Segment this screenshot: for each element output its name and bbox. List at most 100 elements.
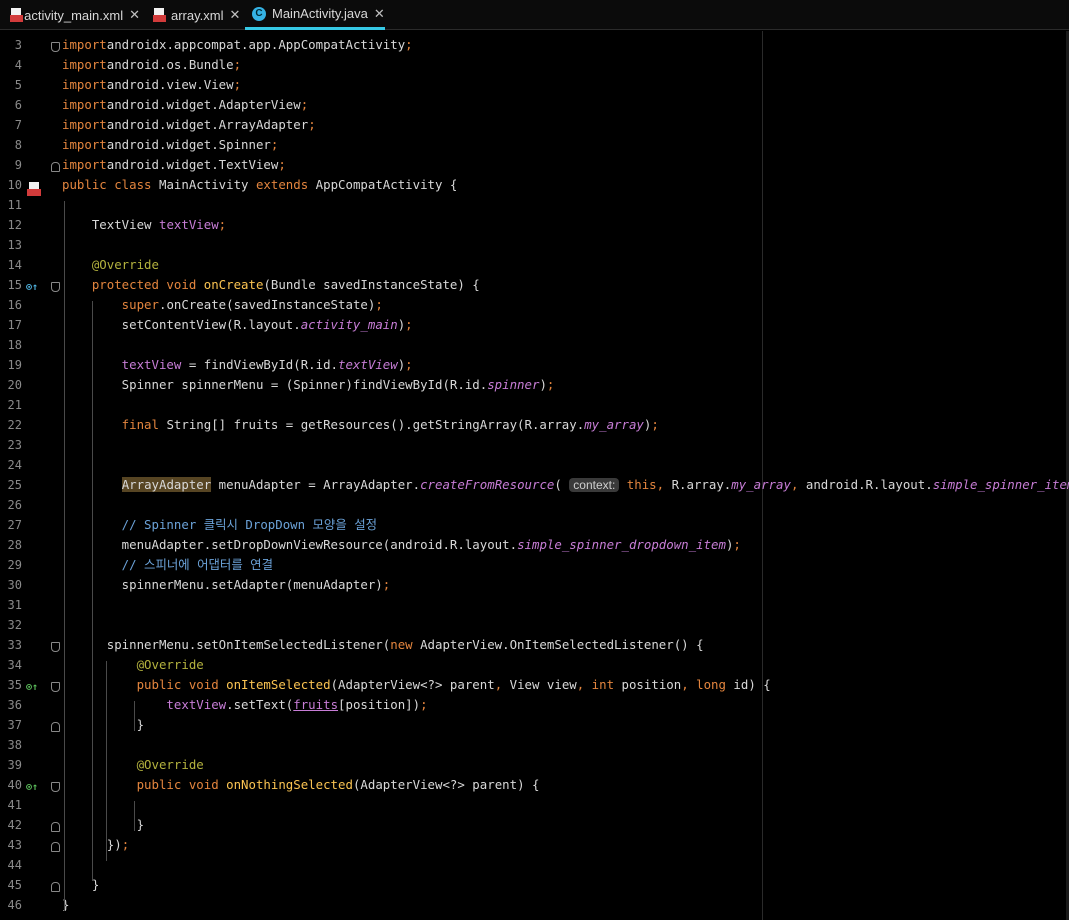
code-line[interactable]: textView.setText(fruits[position]); [62,695,427,715]
code-token: , [494,677,510,692]
code-line[interactable]: // Spinner 클릭시 DropDown 모양을 설정 [62,515,377,535]
tab-label: MainActivity.java [272,6,368,21]
code-line[interactable]: importandroid.widget.TextView; [62,155,286,175]
code-line[interactable]: // 스피너에 어댑터를 연결 [62,555,273,575]
indent-guide [106,661,107,861]
code-token: textView [62,357,182,372]
line-number: 44 [7,858,22,872]
code-line[interactable]: } [62,815,144,835]
code-token: public class [62,177,159,192]
code-token: spinner [487,377,540,392]
indent-guide [134,701,135,731]
code-line[interactable]: }); [62,835,129,855]
xml-file-icon [153,8,166,22]
code-token: (Bundle savedInstanceState) { [263,277,480,292]
code-token: ; [121,837,130,852]
line-number: 38 [7,738,22,752]
line-number: 20 [7,378,22,392]
code-token: ; [375,297,383,312]
code-line[interactable]: importandroid.os.Bundle; [62,55,241,75]
code-line[interactable]: } [62,715,144,735]
code-token: (AdapterView<?> parent) { [352,777,540,792]
line-number: 33 [7,638,22,652]
line-number: 23 [7,438,22,452]
fold-icon[interactable] [51,162,60,172]
code-token: android.widget.AdapterView [106,97,301,112]
code-token: AppCompatActivity { [315,177,458,192]
override-marker-icon[interactable]: ⊙↑ [26,282,38,293]
line-number: 10 [7,178,22,192]
fold-icon[interactable] [51,722,60,732]
line-number: 19 [7,358,22,372]
code-line[interactable]: menuAdapter.setDropDownViewResource(andr… [62,535,741,555]
code-line[interactable]: Spinner spinnerMenu = (Spinner)findViewB… [62,375,555,395]
code-token: ArrayAdapter [121,477,212,492]
code-line[interactable]: public void onNothingSelected(AdapterVie… [62,775,540,795]
code-line[interactable]: public void onItemSelected(AdapterView<?… [62,675,771,695]
fold-icon[interactable] [51,782,60,792]
code-line[interactable]: ArrayAdapter menuAdapter = ArrayAdapter.… [62,475,1069,495]
fold-icon[interactable] [51,882,60,892]
code-line[interactable]: @Override [62,255,159,275]
code-token: extends [255,177,316,192]
code-line[interactable]: } [62,875,99,895]
code-token: (AdapterView<?> parent [330,677,495,692]
code-line[interactable]: textView = findViewById(R.id.textView); [62,355,413,375]
code-line[interactable]: importandroidx.appcompat.app.AppCompatAc… [62,35,413,55]
xml-file-icon [10,8,23,22]
code-line[interactable]: setContentView(R.layout.activity_main); [62,315,413,335]
code-token: android.os.Bundle [106,57,234,72]
code-line[interactable]: spinnerMenu.setAdapter(menuAdapter); [62,575,391,595]
fold-icon[interactable] [51,282,60,292]
code-token: import [62,57,107,72]
code-line[interactable]: importandroid.view.View; [62,75,241,95]
implement-marker-icon[interactable]: ⊙↑ [26,782,38,793]
close-icon[interactable]: ✕ [129,7,140,23]
line-number: 24 [7,458,22,472]
fold-icon[interactable] [51,822,60,832]
tab-activity-main-xml[interactable]: activity_main.xml ✕ [10,0,140,30]
code-line[interactable]: TextView textView; [62,215,226,235]
code-editor[interactable]: 3 4 5 6 7 8 9 10 11 12 13 14 15 16 17 18 19 20 21 22 23 24 25 2… [0,31,1069,920]
code-token: textView [338,357,398,372]
indent-guide [64,201,65,911]
code-line[interactable]: importandroid.widget.Spinner; [62,135,278,155]
code-line[interactable]: super.onCreate(savedInstanceState); [62,295,383,315]
tab-mainactivity-java[interactable]: C MainActivity.java ✕ [245,0,385,30]
code-token: ; [270,137,279,152]
code-line[interactable]: protected void onCreate(Bundle savedInst… [62,275,480,295]
code-line[interactable]: importandroid.widget.AdapterView; [62,95,308,115]
code-token: , int [576,677,622,692]
xml-layout-link-icon[interactable] [27,182,41,196]
tab-array-xml[interactable]: array.xml ✕ [153,0,243,30]
close-icon[interactable]: ✕ [374,6,385,22]
line-number: 21 [7,398,22,412]
code-line[interactable]: public class MainActivity extends AppCom… [62,175,457,195]
code-line[interactable]: final String[] fruits = getResources().g… [62,415,659,435]
code-token: android.widget.Spinner [106,137,271,152]
code-token: public void [62,677,227,692]
line-number: 41 [7,798,22,812]
code-token: import [62,157,107,172]
code-line[interactable]: importandroid.widget.ArrayAdapter; [62,115,316,135]
code-line[interactable]: @Override [62,655,204,675]
code-token: // Spinner 클릭시 DropDown 모양을 설정 [62,517,377,532]
code-token: onNothingSelected [226,777,353,792]
code-token: AdapterView.OnItemSelectedListener() { [420,637,704,652]
code-token: ; [278,157,286,172]
code-token: ; [405,317,413,332]
code-token: setContentView(R.layout. [62,317,301,332]
code-token: simple_spinner_item [932,477,1069,492]
code-line[interactable]: spinnerMenu.setOnItemSelectedListener(ne… [62,635,704,655]
fold-icon[interactable] [51,842,60,852]
code-line[interactable]: @Override [62,755,204,775]
implement-marker-icon[interactable]: ⊙↑ [26,682,38,693]
java-class-icon: C [252,6,266,21]
close-icon[interactable]: ✕ [229,7,240,23]
code-token: , long [681,677,734,692]
fold-icon[interactable] [51,642,60,652]
fold-icon[interactable] [51,682,60,692]
fold-icon[interactable] [51,42,60,52]
code-token: menuAdapter = ArrayAdapter. [211,477,421,492]
code-token: spinnerMenu.setAdapter(menuAdapter) [62,577,383,592]
